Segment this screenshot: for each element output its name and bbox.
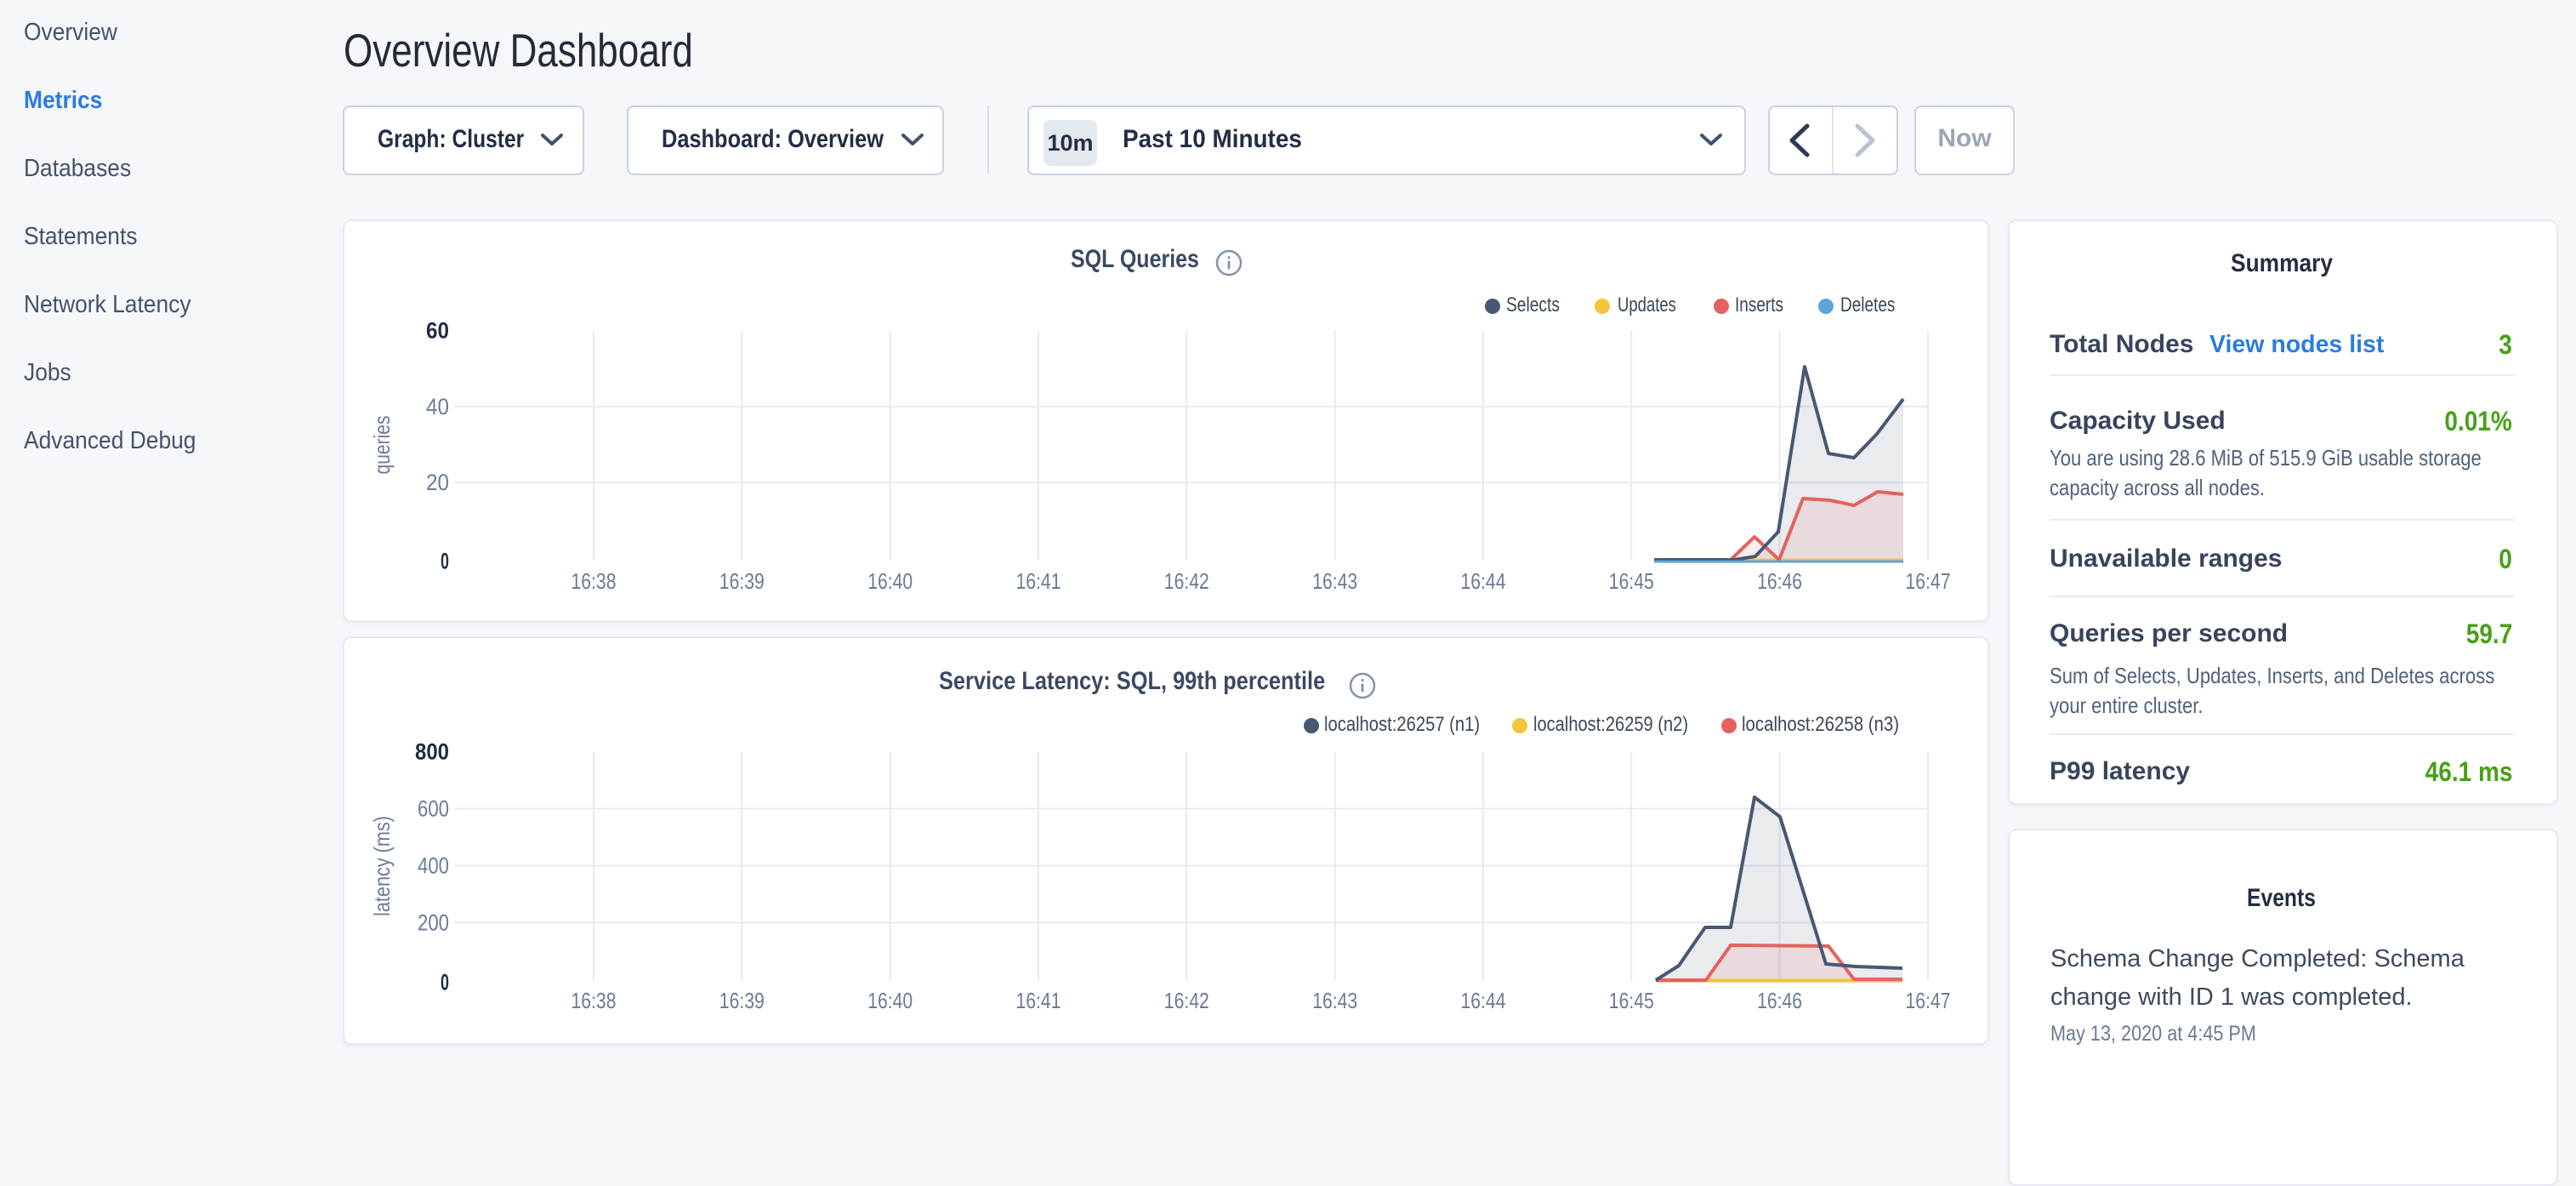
svg-text:16:42: 16:42 (1164, 568, 1209, 594)
svg-text:16:38: 16:38 (571, 568, 617, 594)
svg-text:0: 0 (441, 549, 449, 574)
svg-text:latency (ms): latency (ms) (369, 816, 395, 916)
svg-text:16:43: 16:43 (1312, 568, 1357, 594)
svg-text:16:40: 16:40 (867, 568, 913, 594)
svg-text:16:39: 16:39 (719, 988, 765, 1013)
svg-text:200: 200 (418, 910, 449, 936)
svg-text:16:41: 16:41 (1016, 988, 1061, 1013)
svg-text:16:47: 16:47 (1906, 568, 1951, 594)
svg-text:16:44: 16:44 (1461, 568, 1506, 594)
svg-text:16:46: 16:46 (1757, 988, 1802, 1013)
svg-text:16:45: 16:45 (1609, 988, 1654, 1013)
svg-text:600: 600 (418, 796, 449, 822)
svg-text:40: 40 (426, 394, 449, 419)
svg-text:16:43: 16:43 (1312, 988, 1357, 1013)
svg-text:20: 20 (426, 470, 449, 495)
svg-text:0: 0 (441, 970, 449, 995)
svg-text:queries: queries (369, 416, 395, 475)
svg-text:16:41: 16:41 (1016, 568, 1061, 594)
svg-text:16:42: 16:42 (1164, 988, 1209, 1013)
svg-text:16:38: 16:38 (571, 988, 617, 1013)
svg-text:16:47: 16:47 (1906, 988, 1951, 1013)
svg-text:16:39: 16:39 (719, 568, 765, 594)
svg-text:400: 400 (418, 853, 449, 879)
svg-text:16:45: 16:45 (1609, 568, 1654, 594)
svg-text:60: 60 (426, 318, 449, 344)
svg-text:16:46: 16:46 (1757, 568, 1802, 594)
svg-text:800: 800 (415, 739, 449, 765)
svg-text:16:40: 16:40 (867, 988, 913, 1013)
svg-text:16:44: 16:44 (1461, 988, 1506, 1013)
